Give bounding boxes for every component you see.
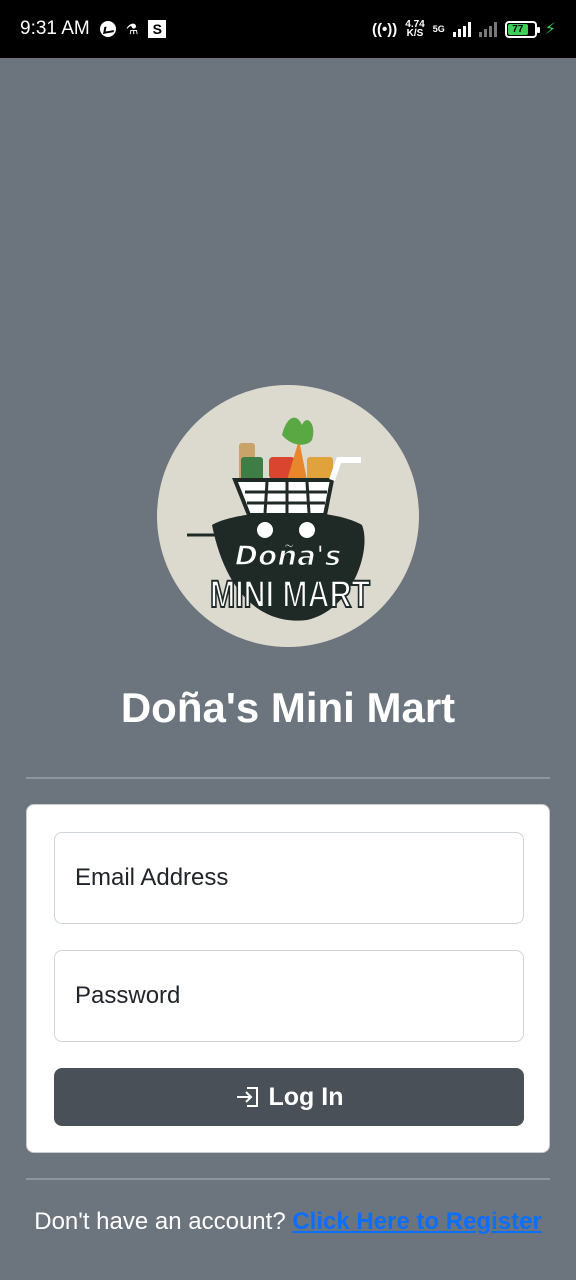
login-card: Email Address Password Log In	[26, 804, 550, 1153]
register-prompt-text: Don't have an account?	[34, 1208, 286, 1235]
store-logo: Doña's MINI MART	[157, 385, 419, 647]
signal-bars-icon	[452, 21, 471, 37]
status-bar-right: ((•)) 4.74 K/S 5G 77 ⚡	[372, 19, 556, 39]
battery-icon: 77	[504, 20, 540, 38]
charging-icon: ⚡	[544, 21, 556, 38]
flask-icon: ⚗	[125, 20, 139, 37]
battery-level: 77	[507, 23, 528, 35]
store-logo-image: Doña's MINI MART	[187, 417, 371, 621]
logo-text-line2: MINI MART	[210, 574, 370, 616]
network-type: 5G	[433, 24, 445, 34]
register-link[interactable]: Click Here to Register	[292, 1208, 541, 1235]
hotspot-icon: ((•))	[372, 20, 398, 38]
divider-top	[26, 777, 550, 779]
login-icon	[236, 1087, 258, 1107]
status-bar-left: 9:31 AM ⚗ S	[20, 18, 167, 40]
email-placeholder: Email Address	[75, 864, 229, 891]
app-title: Doña's Mini Mart	[120, 684, 456, 731]
network-type-label: 5G	[432, 24, 445, 34]
network-speed: 4.74 K/S	[405, 20, 424, 39]
status-bar: 9:31 AM ⚗ S ((•)) 4.74 K/S 5G 77 ⚡	[0, 0, 576, 58]
password-placeholder: Password	[75, 982, 181, 1009]
login-button[interactable]: Log In	[54, 1068, 524, 1126]
password-field[interactable]: Password	[54, 950, 524, 1042]
email-field[interactable]: Email Address	[54, 832, 524, 924]
s-app-icon: S	[148, 20, 167, 38]
status-time: 9:31 AM	[20, 18, 90, 39]
messenger-icon	[99, 21, 116, 37]
network-speed-unit: K/S	[406, 28, 424, 39]
signal-bars-secondary-icon	[478, 21, 497, 37]
logo-text-line1: Doña's	[235, 539, 342, 572]
divider-bottom	[26, 1178, 550, 1180]
login-button-label: Log In	[268, 1082, 344, 1111]
register-prompt: Don't have an account? Click Here to Reg…	[0, 1208, 576, 1236]
